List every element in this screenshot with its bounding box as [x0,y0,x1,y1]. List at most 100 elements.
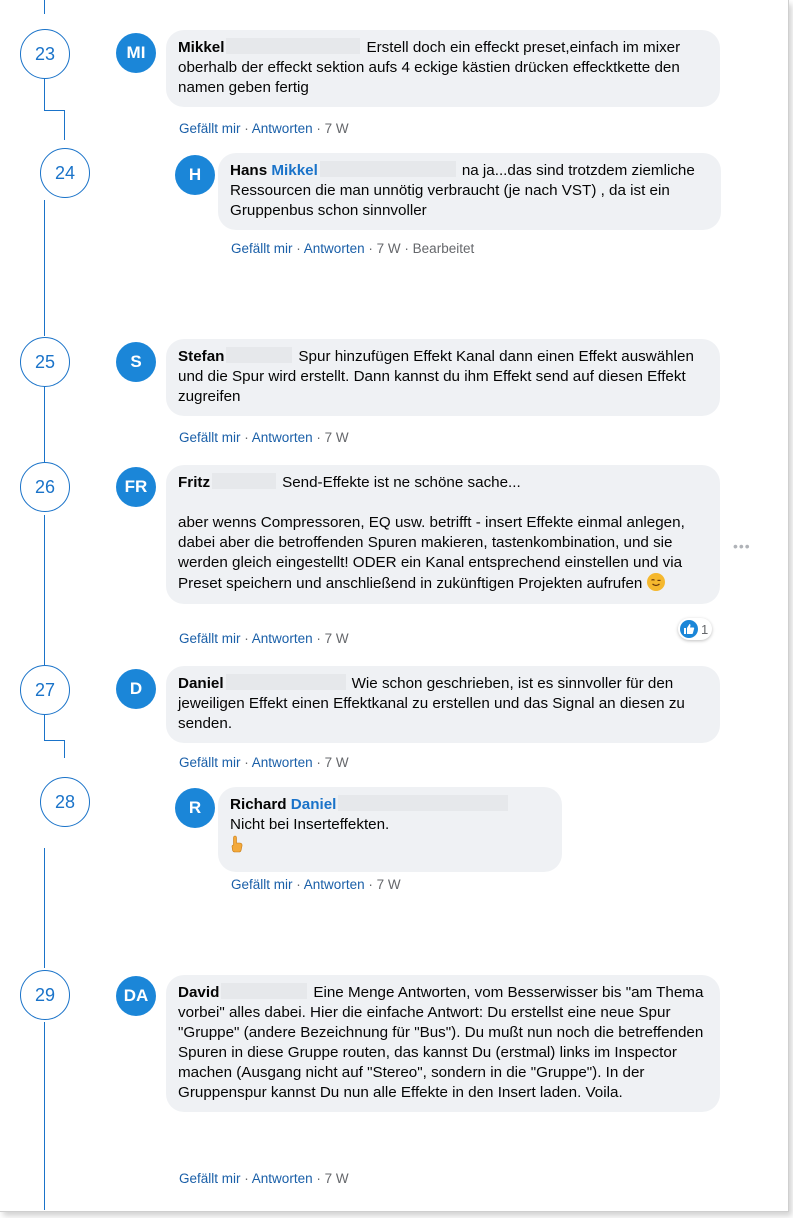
comment-bubble: Fritz Send-Effekte ist ne schöne sache...… [166,465,720,604]
mention-link[interactable]: Daniel [291,796,337,813]
comment-time[interactable]: 7 W [377,241,401,256]
reaction-badge[interactable]: 1 [678,618,713,640]
step-number-26: 26 [20,462,70,512]
step-number-28: 28 [40,777,90,827]
comment-text: Spur hinzufügen Effekt Kanal dann einen … [298,348,618,365]
comment-actions: Gefällt mir · Antworten · 7 W [179,755,349,770]
timeline-line [44,0,45,14]
comment-text: na ja...das sind trotzdem [461,162,628,179]
reply-button[interactable]: Antworten [252,430,313,445]
comment-time[interactable]: 7 W [325,631,349,646]
comment-time[interactable]: 7 W [377,877,401,892]
step-number-25: 25 [20,337,70,387]
comment-author[interactable]: Richard [230,796,287,813]
avatar[interactable]: S [116,342,156,382]
comment-time[interactable]: 7 W [325,755,349,770]
separator: · [296,241,301,256]
separator: · [316,755,321,770]
separator: · [368,877,373,892]
comment-bubble: Stefan Spur hinzufügen Effekt Kanal dann … [166,339,720,416]
like-button[interactable]: Gefällt mir [179,430,241,445]
comment-bubble: David Eine Menge Antworten, vom Besserwis… [166,975,720,1112]
avatar[interactable]: MI [116,33,156,73]
comment-actions: Gefällt mir · Antworten · 7 W [179,121,349,136]
timeline-line [64,110,65,140]
step-number-24: 24 [40,148,90,198]
step-number-27: 27 [20,665,70,715]
pointing-hand-emoji [230,835,244,853]
comment-time[interactable]: 7 W [325,121,349,136]
timeline-branch [44,110,64,111]
separator: · [316,631,321,646]
comment-author[interactable]: Hans [230,162,267,179]
separator: · [316,1171,321,1186]
comment-time[interactable]: 7 W [325,430,349,445]
timeline-line [44,715,45,740]
reaction-count: 1 [701,621,709,637]
separator: · [244,1171,249,1186]
mention-link[interactable]: Mikkel [271,162,317,179]
comment-author[interactable]: Mikkel [178,39,224,56]
comment-text: Eine Menge Antworten, vom Besserwisser b… [313,984,622,1001]
comment-text: "am Thema vorbei" alles dabei. Hier die … [178,984,704,1101]
timeline-line [44,200,45,336]
reply-button[interactable]: Antworten [252,121,313,136]
reply-button[interactable]: Antworten [252,1171,313,1186]
separator: · [244,121,249,136]
comment-author[interactable]: Stefan [178,348,224,365]
comment-bubble: Richard Daniel Nicht bei Inserteffekten. [218,787,562,872]
comment-time[interactable]: 7 W [325,1171,349,1186]
comment-text: Erstell doch ein effeckt preset,einfach … [366,39,681,56]
timeline-branch [44,740,64,741]
avatar[interactable]: DA [116,976,156,1016]
more-options-icon[interactable]: ••• [733,538,751,554]
comment-actions: Gefällt mir · Antworten · 7 W [179,430,349,445]
like-button[interactable]: Gefällt mir [231,241,293,256]
comment-actions: Gefällt mir · Antworten · 7 W · Bearbeit… [231,241,474,256]
comment-bubble: Hans Mikkel na ja...das sind trotzdem zie… [218,153,721,230]
comment-text: Nicht bei Inserteffekten. [230,816,390,833]
like-button[interactable]: Gefällt mir [179,121,241,136]
like-button[interactable]: Gefällt mir [231,877,293,892]
separator: · [244,755,249,770]
comment-author[interactable]: Fritz [178,474,210,491]
comment-text: Wie schon geschrieben, ist es sinnvoller [351,675,622,692]
avatar[interactable]: FR [116,467,156,507]
separator: · [316,430,321,445]
like-button[interactable]: Gefällt mir [179,755,241,770]
comment-author[interactable]: David [178,984,219,1001]
comment-actions: Gefällt mir · Antworten · 7 W [179,1171,349,1186]
separator: · [316,121,321,136]
thumbs-up-icon [680,620,698,638]
reply-button[interactable]: Antworten [252,631,313,646]
wink-emoji [646,573,665,591]
avatar[interactable]: R [175,788,215,828]
comment-author[interactable]: Daniel [178,675,224,692]
comment-actions: Gefällt mir · Antworten · 7 W [179,631,349,646]
timeline-line [44,386,45,466]
avatar[interactable]: H [175,155,215,195]
reply-button[interactable]: Antworten [304,877,365,892]
like-button[interactable]: Gefällt mir [179,1171,241,1186]
step-number-23: 23 [20,29,70,79]
comment-bubble: Mikkel Erstell doch ein effeckt preset,ei… [166,30,720,107]
reply-button[interactable]: Antworten [304,241,365,256]
comment-text: aber wenns Compressoren, EQ usw. betriff… [178,514,685,592]
comment-text: Send-Effekte ist ne schöne sache... [282,474,521,491]
timeline-line [44,1022,45,1210]
separator: · [296,877,301,892]
avatar[interactable]: D [116,669,156,709]
reply-button[interactable]: Antworten [252,755,313,770]
comment-text: oberhalb der effeckt sektion aufs 4 ecki… [178,59,680,96]
edited-label: Bearbeitet [412,241,475,256]
comment-actions: Gefällt mir · Antworten · 7 W [231,877,401,892]
timeline-line [44,515,45,665]
timeline-line [44,848,45,968]
separator: · [404,241,409,256]
step-number-29: 29 [20,970,70,1020]
timeline-line [64,740,65,758]
comment-bubble: Daniel Wie schon geschrieben, ist es sinn… [166,666,720,743]
separator: · [244,631,249,646]
like-button[interactable]: Gefällt mir [179,631,241,646]
separator: · [368,241,373,256]
